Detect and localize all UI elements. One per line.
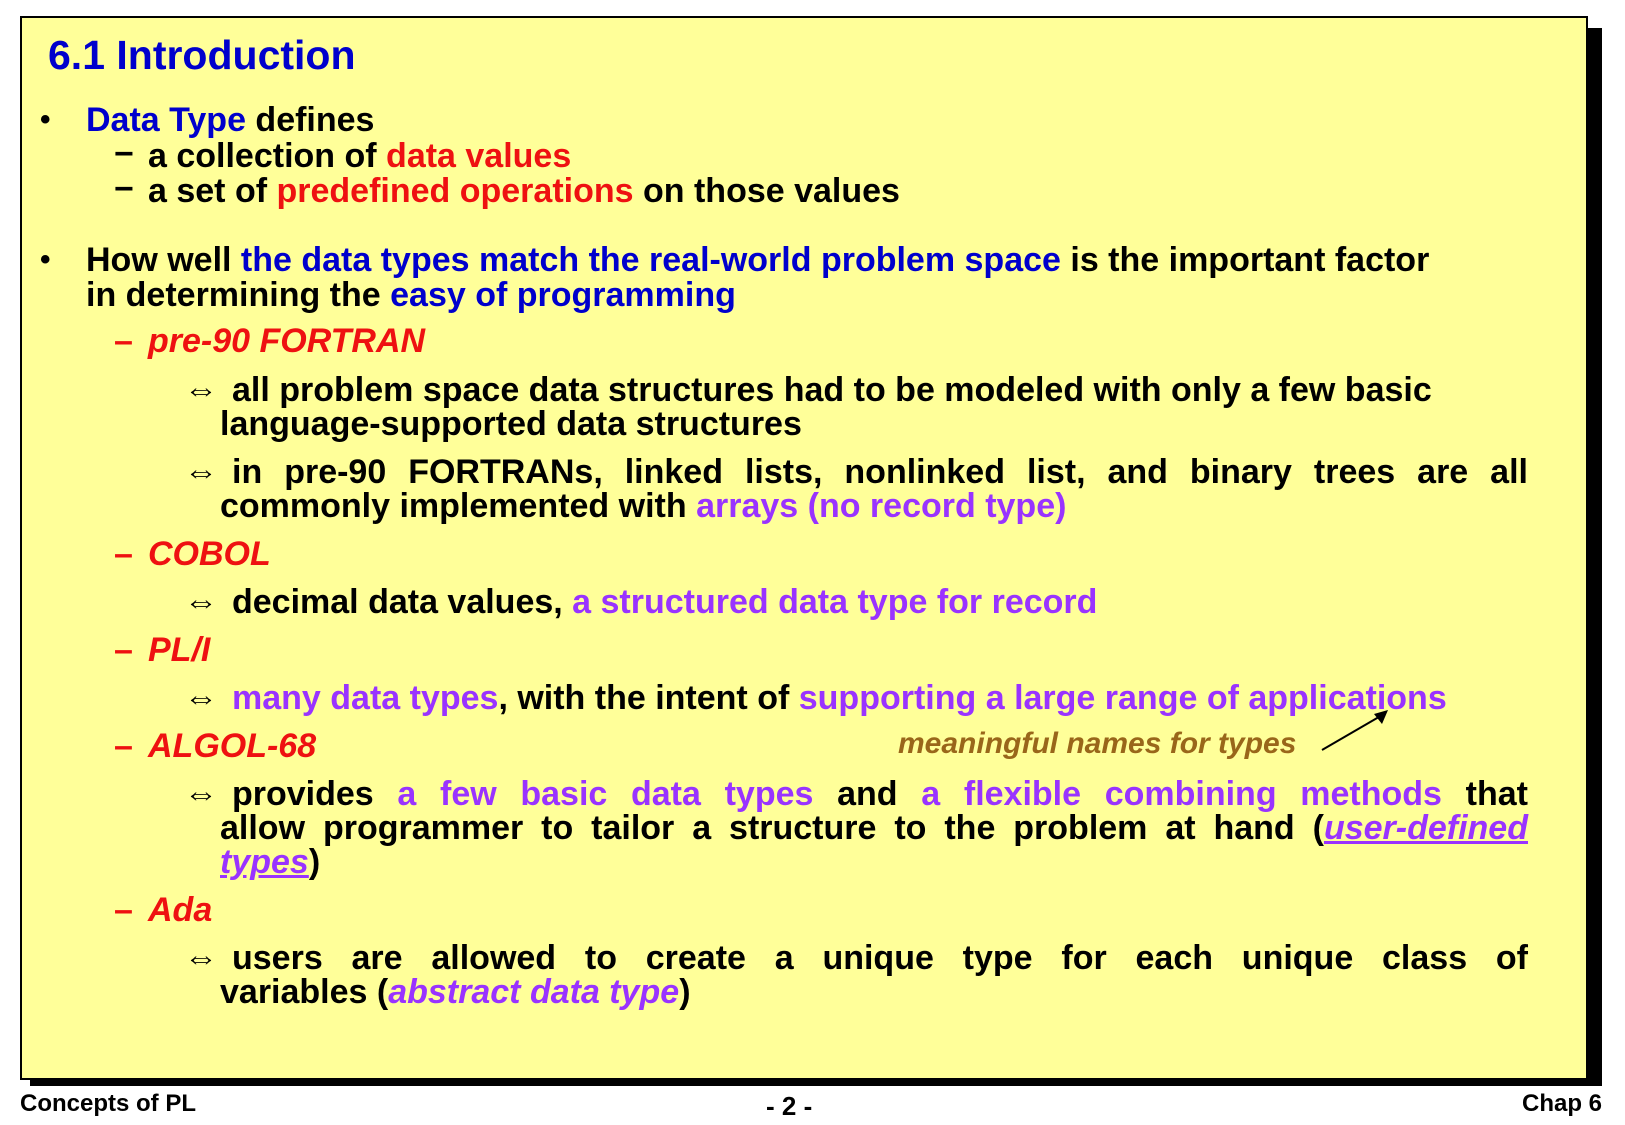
footer-course: Concepts of PL bbox=[20, 1090, 197, 1117]
fortran-point-2-line-1: in pre-90 FORTRANs, linked lists, nonlin… bbox=[232, 453, 1528, 491]
item-dash: – bbox=[114, 322, 133, 360]
item-label-fortran: pre-90 FORTRAN bbox=[148, 322, 426, 360]
pli-text: , with the intent of bbox=[498, 679, 799, 717]
highlight-easy-programming: easy of programming bbox=[390, 276, 736, 314]
bullet-2-line-1: How well the data types match the real-w… bbox=[86, 242, 1429, 278]
item-dash: – bbox=[114, 891, 133, 929]
double-arrow-icon: ⇔ bbox=[184, 583, 218, 621]
annotation-meaningful-names: meaningful names for types bbox=[898, 727, 1297, 760]
pli-point-1: many data types, with the intent of supp… bbox=[232, 680, 1447, 716]
item-label-cobol: COBOL bbox=[148, 535, 271, 573]
bullet-2-text: How well bbox=[86, 241, 241, 279]
sub-dash: − bbox=[114, 135, 134, 173]
ada-text: ) bbox=[679, 973, 691, 1011]
annotation-arrow bbox=[1321, 710, 1388, 751]
item-label-algol: ALGOL-68 bbox=[148, 727, 317, 765]
highlight-combining-methods: a flexible combining methods bbox=[921, 775, 1442, 813]
double-arrow-icon: ⇔ bbox=[184, 939, 218, 977]
algol-text: and bbox=[813, 775, 922, 813]
highlight-abstract-type: abstract data type bbox=[388, 973, 680, 1011]
highlight-user-defined: user-defined bbox=[1323, 809, 1528, 847]
highlight-basic-types: a few basic data types bbox=[397, 775, 814, 813]
bullet-1-rest: defines bbox=[245, 101, 375, 139]
highlight-data-values: data values bbox=[386, 137, 572, 175]
sub-item-data-values: a collection of data values bbox=[148, 138, 571, 174]
term-data-type: Data Type bbox=[86, 101, 246, 139]
item-label-ada: Ada bbox=[148, 891, 213, 929]
bullet-dot: • bbox=[40, 103, 51, 136]
algol-point-1-line-3: types) bbox=[220, 844, 320, 880]
bullet-2-text: is the important factor bbox=[1060, 241, 1430, 279]
algol-text: allow programmer to tailor a structure t… bbox=[220, 809, 1324, 847]
sub-item-text: on those values bbox=[633, 172, 900, 210]
bullet-2-text: in determining the bbox=[86, 276, 391, 314]
ada-point-1-line-1: users are allowed to create a unique typ… bbox=[232, 939, 1528, 977]
algol-point-1-line-2: allow programmer to tailor a structure t… bbox=[220, 810, 1528, 846]
algol-text: that bbox=[1441, 775, 1528, 813]
item-dash: – bbox=[114, 535, 133, 573]
fortran-point-2-line-2: commonly implemented with arrays (no rec… bbox=[220, 488, 1066, 524]
item-dash: – bbox=[114, 631, 133, 669]
sub-dash: − bbox=[114, 170, 134, 208]
fortran-point-1-line-1: all problem space data structures had to… bbox=[232, 371, 1432, 409]
algol-text: ) bbox=[308, 843, 321, 881]
item-dash: – bbox=[114, 727, 133, 765]
highlight-predefined-operations: predefined operations bbox=[276, 172, 634, 210]
double-arrow-icon: ⇔ bbox=[184, 775, 218, 813]
item-label-pli: PL/I bbox=[148, 631, 211, 669]
sub-item-operations: a set of predefined operations on those … bbox=[148, 173, 900, 209]
ada-text: variables ( bbox=[220, 973, 389, 1011]
double-arrow-icon: ⇔ bbox=[184, 453, 218, 491]
sub-item-text: a collection of bbox=[148, 137, 387, 175]
slide-title: 6.1 Introduction bbox=[48, 32, 356, 78]
highlight-problem-space: the data types match the real-world prob… bbox=[240, 241, 1061, 279]
slide: 6.1 Introduction • Data Type defines − a… bbox=[20, 16, 1588, 1080]
fortran-text: commonly implemented with bbox=[220, 487, 697, 525]
cobol-text: decimal data values, bbox=[232, 583, 573, 621]
cobol-point-1: decimal data values, a structured data t… bbox=[232, 584, 1097, 620]
fortran-point-1-line-2: language-supported data structures bbox=[220, 405, 802, 443]
footer-page-number: - 2 - bbox=[766, 1091, 813, 1121]
highlight-types: types bbox=[220, 843, 309, 881]
algol-point-1-line-1: provides a few basic data types and a fl… bbox=[232, 776, 1528, 812]
bullet-1-text: Data Type defines bbox=[86, 102, 374, 138]
bullet-2-line-2: in determining the easy of programming bbox=[86, 277, 736, 313]
double-arrow-icon: ⇔ bbox=[184, 371, 218, 409]
sub-item-text: a set of bbox=[148, 172, 277, 210]
bullet-dot: • bbox=[40, 243, 51, 276]
highlight-many-types: many data types bbox=[232, 679, 499, 717]
double-arrow-icon: ⇔ bbox=[184, 679, 218, 717]
algol-text: provides bbox=[232, 775, 398, 813]
highlight-structured-type: a structured data type for record bbox=[572, 583, 1098, 621]
ada-point-1-line-2: variables (abstract data type) bbox=[220, 974, 691, 1010]
footer-chapter: Chap 6 bbox=[1522, 1090, 1603, 1117]
highlight-arrays: arrays (no record type) bbox=[696, 487, 1067, 525]
